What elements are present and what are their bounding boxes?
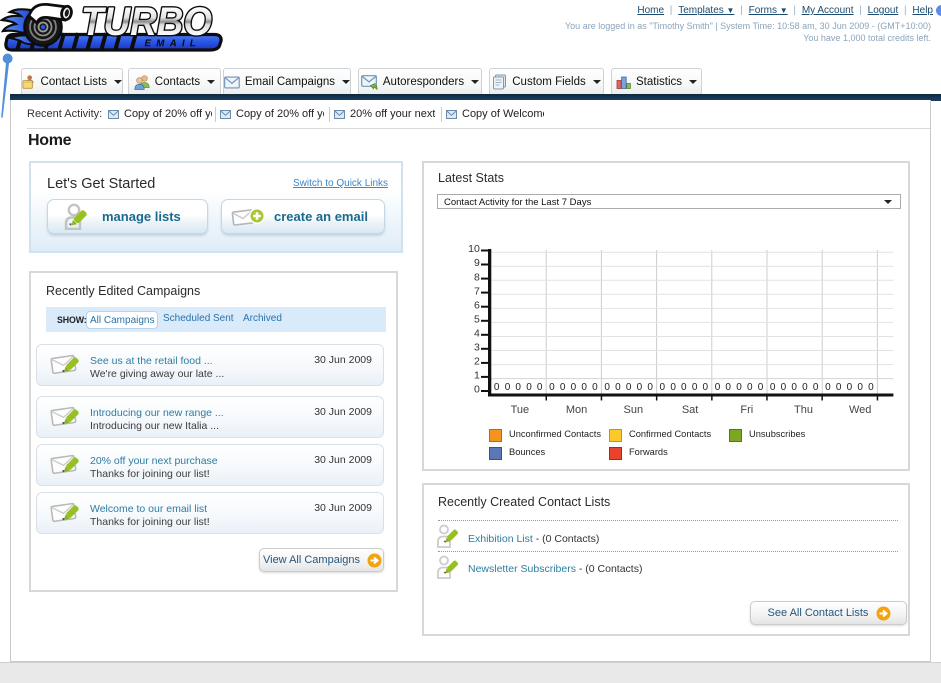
- svg-text:0: 0: [571, 382, 577, 393]
- svg-text:0: 0: [592, 382, 598, 393]
- svg-text:9: 9: [474, 257, 480, 269]
- svg-text:0: 0: [515, 382, 521, 393]
- svg-text:0: 0: [791, 382, 797, 393]
- svg-text:0: 0: [747, 382, 753, 393]
- svg-text:0: 0: [494, 382, 500, 393]
- svg-text:Thu: Thu: [794, 404, 813, 416]
- svg-text:0: 0: [770, 382, 776, 393]
- svg-text:0: 0: [825, 382, 831, 393]
- svg-text:0: 0: [703, 382, 709, 393]
- svg-text:Wed: Wed: [849, 404, 871, 416]
- svg-text:0: 0: [670, 382, 676, 393]
- svg-text:3: 3: [474, 342, 480, 354]
- svg-text:0: 0: [736, 382, 742, 393]
- svg-text:Mon: Mon: [566, 404, 587, 416]
- svg-text:Tue: Tue: [511, 404, 530, 416]
- svg-text:0: 0: [847, 382, 853, 393]
- svg-text:0: 0: [681, 382, 687, 393]
- svg-text:0: 0: [474, 384, 480, 396]
- svg-text:0: 0: [647, 382, 653, 393]
- svg-text:5: 5: [474, 314, 480, 326]
- svg-text:0: 0: [692, 382, 698, 393]
- svg-text:0: 0: [758, 382, 764, 393]
- svg-text:0: 0: [581, 382, 587, 393]
- svg-text:0: 0: [615, 382, 621, 393]
- svg-text:0: 0: [526, 382, 532, 393]
- svg-text:0: 0: [868, 382, 874, 393]
- svg-text:0: 0: [637, 382, 643, 393]
- svg-text:Fri: Fri: [740, 404, 753, 416]
- svg-text:0: 0: [813, 382, 819, 393]
- svg-text:0: 0: [505, 382, 511, 393]
- svg-text:4: 4: [474, 328, 480, 340]
- svg-text:6: 6: [474, 299, 480, 311]
- svg-text:7: 7: [474, 285, 480, 297]
- svg-text:1: 1: [474, 370, 480, 382]
- svg-text:0: 0: [725, 382, 731, 393]
- svg-text:0: 0: [604, 382, 610, 393]
- svg-text:0: 0: [549, 382, 555, 393]
- svg-text:2: 2: [474, 356, 480, 368]
- svg-text:0: 0: [626, 382, 632, 393]
- svg-text:0: 0: [537, 382, 543, 393]
- svg-text:Sat: Sat: [682, 404, 699, 416]
- svg-text:0: 0: [715, 382, 721, 393]
- svg-text:0: 0: [836, 382, 842, 393]
- svg-text:8: 8: [474, 271, 480, 283]
- svg-text:Sun: Sun: [624, 404, 644, 416]
- svg-text:0: 0: [802, 382, 808, 393]
- svg-text:0: 0: [781, 382, 787, 393]
- svg-text:0: 0: [560, 382, 566, 393]
- svg-text:0: 0: [660, 382, 666, 393]
- svg-text:10: 10: [468, 243, 480, 255]
- svg-text:0: 0: [857, 382, 863, 393]
